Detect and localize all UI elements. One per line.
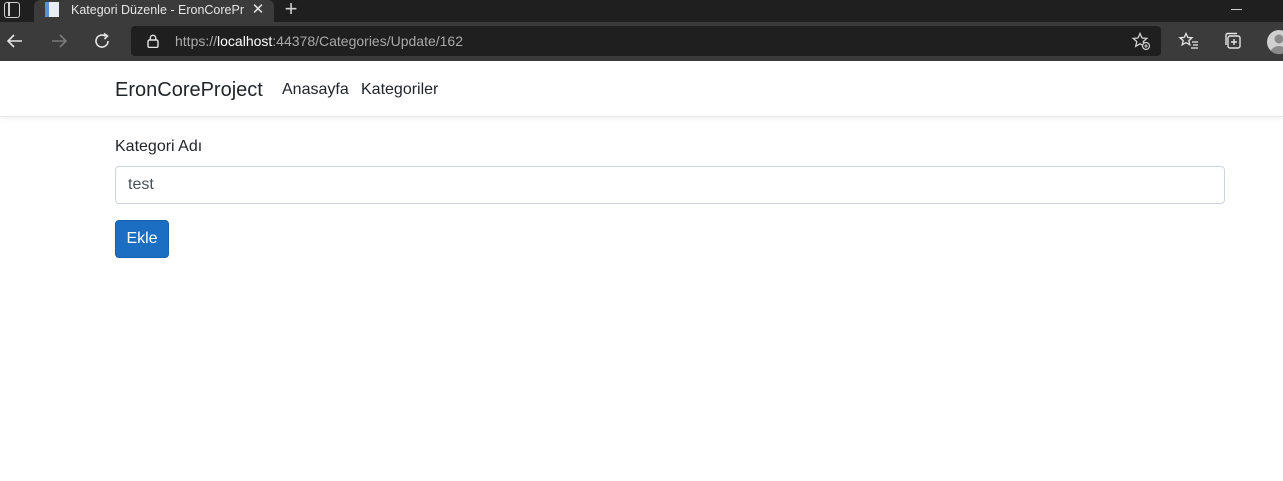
category-name-input[interactable] (115, 166, 1225, 204)
profile-avatar[interactable] (1267, 30, 1283, 54)
site-navbar: EronCoreProject Anasayfa Kategoriler (0, 61, 1283, 117)
tab-actions-icon[interactable] (4, 2, 20, 18)
minimize-icon[interactable] (1231, 9, 1242, 10)
page-icon (45, 2, 59, 17)
browser-toolbar: https://localhost:44378/Categories/Updat… (0, 22, 1283, 61)
plus-icon[interactable]: + (281, 0, 301, 20)
refresh-icon[interactable] (91, 30, 113, 52)
lock-icon[interactable] (146, 34, 160, 48)
add-favorite-icon[interactable] (1131, 31, 1151, 51)
url-text[interactable]: https://localhost:44378/Categories/Updat… (175, 32, 463, 50)
url-scheme: https:// (175, 33, 218, 49)
page-content: EronCoreProject Anasayfa Kategoriler Kat… (0, 61, 1283, 481)
address-bar[interactable]: https://localhost:44378/Categories/Updat… (131, 26, 1161, 56)
nav-link-kategoriler[interactable]: Kategoriler (361, 80, 438, 100)
url-path: :44378/Categories/Update/162 (272, 33, 463, 49)
forward-arrow-icon[interactable] (48, 30, 70, 52)
url-host: localhost (217, 33, 273, 49)
collections-icon[interactable] (1222, 30, 1244, 52)
submit-button[interactable]: Ekle (115, 220, 169, 258)
back-arrow-icon[interactable] (4, 30, 26, 52)
browser-tab[interactable]: Kategori Düzenle - EronCoreProject ✕ (34, 0, 274, 22)
site-brand[interactable]: EronCoreProject (115, 78, 263, 102)
category-name-label: Kategori Adı (115, 138, 203, 155)
favorites-icon[interactable] (1178, 30, 1200, 52)
tab-strip: Kategori Düzenle - EronCoreProject ✕ + (0, 0, 1283, 22)
person-icon (1270, 34, 1283, 54)
tab-title: Kategori Düzenle - EronCoreProject (71, 3, 244, 17)
nav-link-anasayfa[interactable]: Anasayfa (282, 80, 349, 100)
close-icon[interactable]: ✕ (250, 1, 266, 19)
